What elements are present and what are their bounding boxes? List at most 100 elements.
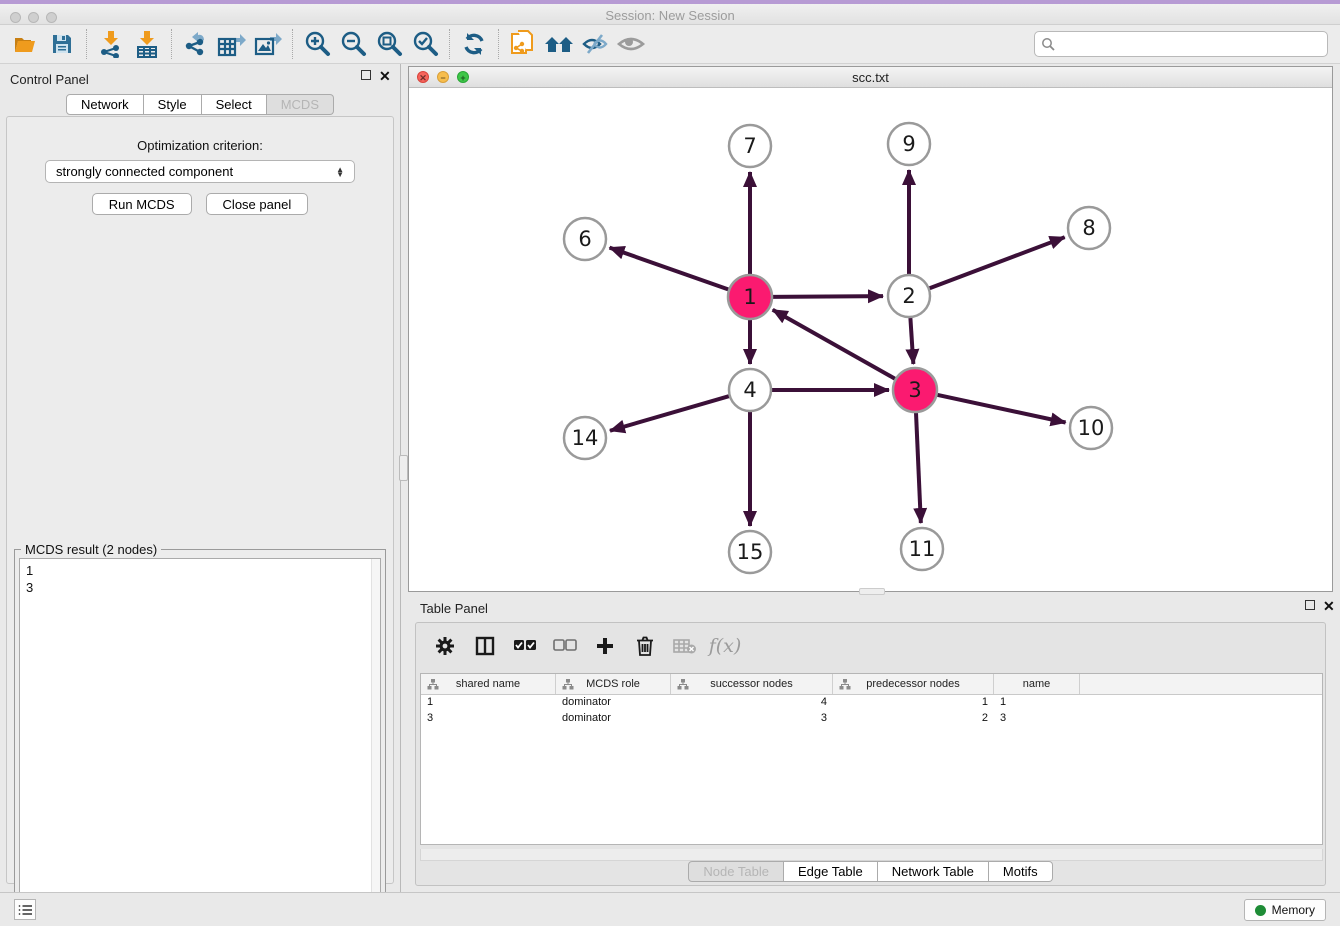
node-label: 8 — [1082, 216, 1095, 240]
table-panel-header: Table Panel ✕ — [408, 596, 1333, 620]
show-all-button[interactable] — [613, 28, 649, 60]
graph-node-10[interactable]: 10 — [1070, 407, 1112, 449]
clone-network-button[interactable] — [505, 28, 541, 60]
cell-predecessor-nodes[interactable]: 1 — [833, 695, 994, 711]
criterion-dropdown[interactable]: strongly connected component ▲▼ — [45, 160, 355, 183]
edge-3-1[interactable] — [773, 310, 896, 379]
import-table-button[interactable] — [129, 28, 165, 60]
add-column-icon[interactable] — [592, 633, 618, 659]
graph-node-4[interactable]: 4 — [729, 369, 771, 411]
tab-motifs[interactable]: Motifs — [989, 861, 1053, 882]
close-panel-icon[interactable]: ✕ — [379, 68, 391, 85]
delete-table-icon[interactable] — [672, 633, 698, 659]
open-session-button[interactable] — [8, 28, 44, 60]
cell-successor-nodes[interactable]: 3 — [671, 711, 833, 727]
import-network-button[interactable] — [93, 28, 129, 60]
column-header-shared-name[interactable]: shared name — [421, 674, 556, 694]
zoom-in-button[interactable] — [299, 28, 335, 60]
tab-network-table[interactable]: Network Table — [878, 861, 989, 882]
search-box[interactable] — [1034, 31, 1328, 57]
first-neighbors-button[interactable] — [541, 28, 577, 60]
tab-node-table[interactable]: Node Table — [688, 861, 784, 882]
delete-column-icon[interactable] — [632, 633, 658, 659]
graph-node-8[interactable]: 8 — [1068, 207, 1110, 249]
column-header-name[interactable]: name — [994, 674, 1080, 694]
graph-node-14[interactable]: 14 — [564, 417, 606, 459]
export-network-button[interactable] — [178, 28, 214, 60]
cell-predecessor-nodes[interactable]: 2 — [833, 711, 994, 727]
cell-shared-name[interactable]: 1 — [421, 695, 556, 711]
graph-node-11[interactable]: 11 — [901, 528, 943, 570]
tab-mcds[interactable]: MCDS — [267, 94, 334, 115]
float-table-panel-icon[interactable] — [1305, 600, 1315, 610]
result-scrollbar[interactable] — [371, 559, 380, 925]
edge-2-3[interactable] — [910, 318, 913, 364]
edge-1-2[interactable] — [772, 296, 883, 297]
column-header-predecessor-nodes[interactable]: predecessor nodes — [833, 674, 994, 694]
hide-selected-button[interactable] — [577, 28, 613, 60]
table-row[interactable]: 1dominator411 — [421, 695, 1322, 711]
export-table-button[interactable] — [214, 28, 250, 60]
search-input[interactable] — [1059, 37, 1321, 51]
edge-3-10[interactable] — [937, 395, 1066, 423]
zoom-selected-button[interactable] — [407, 28, 443, 60]
mcds-result-title: MCDS result (2 nodes) — [21, 542, 161, 557]
task-history-button[interactable] — [14, 899, 36, 920]
edge-1-6[interactable] — [610, 248, 730, 290]
column-type-icon — [562, 679, 574, 690]
export-image-icon — [253, 30, 283, 58]
graph-node-6[interactable]: 6 — [564, 218, 606, 260]
zoom-out-button[interactable] — [335, 28, 371, 60]
select-all-icon[interactable] — [512, 633, 538, 659]
cell-name[interactable]: 1 — [994, 695, 1080, 711]
cell-successor-nodes[interactable]: 4 — [671, 695, 833, 711]
run-mcds-button[interactable]: Run MCDS — [92, 193, 192, 215]
cell-MCDS-role[interactable]: dominator — [556, 695, 671, 711]
network-canvas[interactable]: 1 2 3 4 6 7 8 9 10 11 14 15 — [409, 88, 1332, 591]
graph-node-1[interactable]: 1 — [728, 275, 772, 319]
float-panel-icon[interactable] — [361, 70, 371, 80]
table-row[interactable]: 3dominator323 — [421, 711, 1322, 727]
tab-network[interactable]: Network — [66, 94, 144, 115]
graph-node-2[interactable]: 2 — [888, 275, 930, 317]
network-window-titlebar: ✕ − + scc.txt — [409, 67, 1332, 88]
function-builder-icon[interactable]: f(x) — [712, 633, 738, 659]
tab-style[interactable]: Style — [144, 94, 202, 115]
edge-4-14[interactable] — [610, 396, 729, 431]
graph-node-3[interactable]: 3 — [893, 368, 937, 412]
cell-name[interactable]: 3 — [994, 711, 1080, 727]
refresh-button[interactable] — [456, 28, 492, 60]
application-window: Session: New Session — [0, 0, 1340, 926]
columns-icon[interactable] — [472, 633, 498, 659]
node-label: 7 — [743, 134, 756, 158]
column-header-MCDS-role[interactable]: MCDS role — [556, 674, 671, 694]
zoom-fit-button[interactable] — [371, 28, 407, 60]
table-panel: Table Panel ✕ — [408, 596, 1333, 892]
edge-2-8[interactable] — [930, 237, 1065, 288]
horizontal-splitter-grip[interactable] — [859, 588, 885, 595]
gear-icon[interactable] — [432, 633, 458, 659]
mcds-result-list[interactable]: 1 3 — [19, 558, 381, 926]
graph-node-15[interactable]: 15 — [729, 531, 771, 573]
close-panel-button[interactable]: Close panel — [206, 193, 309, 215]
tab-select[interactable]: Select — [202, 94, 267, 115]
panel-splitter-grip[interactable] — [399, 455, 408, 481]
node-table[interactable]: shared nameMCDS rolesuccessor nodesprede… — [420, 673, 1323, 845]
close-table-panel-icon[interactable]: ✕ — [1323, 598, 1335, 615]
graph-node-9[interactable]: 9 — [888, 123, 930, 165]
save-session-icon — [50, 32, 74, 56]
unselect-all-icon[interactable] — [552, 633, 578, 659]
cell-MCDS-role[interactable]: dominator — [556, 711, 671, 727]
table-hscrollbar[interactable] — [420, 849, 1323, 861]
cell-shared-name[interactable]: 3 — [421, 711, 556, 727]
column-header-successor-nodes[interactable]: successor nodes — [671, 674, 833, 694]
column-header-label: name — [1023, 678, 1051, 690]
zoom-out-icon — [339, 30, 367, 58]
export-image-button[interactable] — [250, 28, 286, 60]
mcds-buttons: Run MCDS Close panel — [7, 193, 393, 215]
save-session-button[interactable] — [44, 28, 80, 60]
graph-node-7[interactable]: 7 — [729, 125, 771, 167]
memory-button[interactable]: Memory — [1244, 899, 1326, 921]
edge-3-11[interactable] — [916, 412, 921, 523]
tab-edge-table[interactable]: Edge Table — [784, 861, 878, 882]
